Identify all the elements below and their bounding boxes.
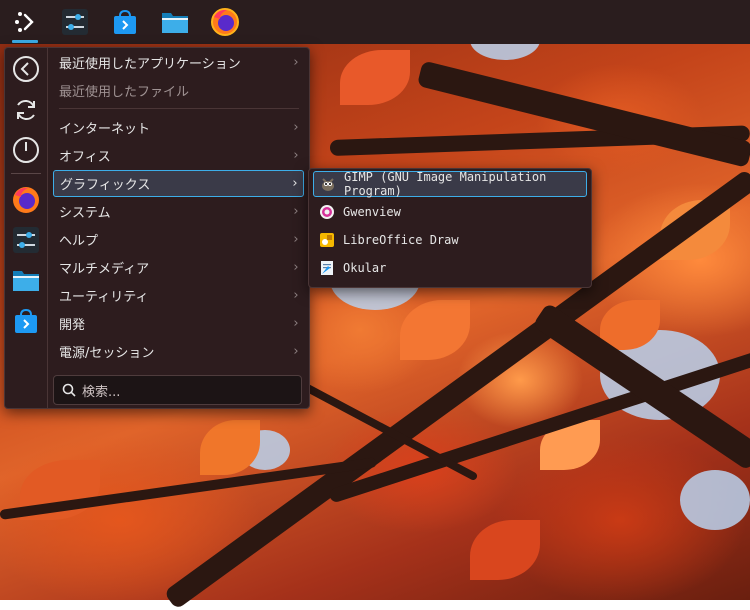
app-label: Gwenview bbox=[343, 205, 401, 219]
refresh-icon bbox=[17, 100, 35, 120]
store-bag-icon bbox=[15, 308, 37, 333]
chevron-right-icon: › bbox=[293, 148, 299, 163]
entry-label: 開発 bbox=[59, 318, 86, 333]
favorite-firefox[interactable] bbox=[10, 184, 42, 216]
graphics-submenu: GIMP (GNU Image Manipulation Program) Gw… bbox=[308, 168, 592, 288]
top-panel bbox=[0, 0, 750, 44]
favorites-separator bbox=[11, 173, 41, 174]
system-settings-button[interactable] bbox=[50, 0, 100, 44]
favorite-dolphin[interactable] bbox=[10, 264, 42, 296]
application-launcher-button[interactable] bbox=[0, 0, 50, 44]
tree-branch bbox=[416, 60, 750, 168]
settings-sliders-icon bbox=[13, 227, 39, 253]
dolphin-button[interactable] bbox=[150, 0, 200, 44]
sky-patch bbox=[680, 470, 750, 530]
category-power-session[interactable]: 電源/セッション › bbox=[53, 338, 304, 365]
search-field[interactable]: 検索... bbox=[53, 375, 302, 405]
entry-label: 電源/セッション bbox=[59, 346, 155, 361]
back-circle-icon bbox=[13, 56, 39, 82]
leaf bbox=[340, 50, 410, 105]
okular-icon bbox=[319, 260, 335, 276]
category-graphics[interactable]: グラフィックス › bbox=[53, 170, 304, 197]
app-okular[interactable]: Okular bbox=[313, 255, 587, 281]
app-libreoffice-draw[interactable]: LibreOffice Draw bbox=[313, 227, 587, 253]
app-gwenview[interactable]: Gwenview bbox=[313, 199, 587, 225]
category-utilities[interactable]: ユーティリティ › bbox=[53, 282, 304, 309]
search-icon bbox=[62, 383, 76, 397]
recent-files-item[interactable]: 最近使用したファイル bbox=[53, 77, 304, 104]
chevron-right-icon: › bbox=[293, 55, 299, 70]
entry-label: 最近使用したアプリケーション bbox=[59, 57, 241, 72]
libreoffice-draw-icon bbox=[319, 232, 335, 248]
folder-icon bbox=[162, 13, 188, 33]
settings-sliders-icon bbox=[62, 9, 88, 35]
chevron-right-icon: › bbox=[293, 204, 299, 219]
application-launcher-menu: 最近使用したアプリケーション › 最近使用したファイル インターネット › オフ… bbox=[4, 47, 310, 409]
category-system[interactable]: システム › bbox=[53, 198, 304, 225]
category-multimedia[interactable]: マルチメディア › bbox=[53, 254, 304, 281]
folder-icon bbox=[13, 271, 39, 291]
entry-label: グラフィックス bbox=[60, 178, 151, 193]
chevron-right-icon: › bbox=[293, 120, 299, 135]
entry-label: ヘルプ bbox=[59, 234, 99, 249]
favorite-system-settings[interactable] bbox=[10, 224, 42, 256]
restart-button[interactable] bbox=[10, 94, 42, 126]
favorites-sidebar bbox=[5, 48, 48, 408]
entry-label: オフィス bbox=[59, 150, 111, 165]
app-label: LibreOffice Draw bbox=[343, 233, 459, 247]
search-placeholder: 検索... bbox=[82, 384, 121, 400]
favorite-discover[interactable] bbox=[10, 305, 42, 337]
app-label: GIMP (GNU Image Manipulation Program) bbox=[344, 170, 547, 198]
category-help[interactable]: ヘルプ › bbox=[53, 226, 304, 253]
recent-applications-item[interactable]: 最近使用したアプリケーション › bbox=[53, 49, 304, 76]
chevron-right-icon: › bbox=[292, 176, 298, 191]
category-development[interactable]: 開発 › bbox=[53, 310, 304, 337]
menu-separator bbox=[59, 108, 299, 109]
category-office[interactable]: オフィス › bbox=[53, 142, 304, 169]
firefox-icon bbox=[13, 187, 39, 213]
discover-button[interactable] bbox=[100, 0, 150, 44]
kde-launcher-icon bbox=[15, 12, 34, 32]
gimp-icon bbox=[320, 176, 336, 192]
chevron-right-icon: › bbox=[293, 232, 299, 247]
leaf bbox=[400, 300, 470, 360]
leaf bbox=[470, 520, 540, 580]
back-button[interactable] bbox=[10, 53, 42, 85]
chevron-right-icon: › bbox=[293, 316, 299, 331]
firefox-button[interactable] bbox=[200, 0, 250, 44]
gwenview-icon bbox=[319, 204, 335, 220]
chevron-right-icon: › bbox=[293, 288, 299, 303]
app-gimp[interactable]: GIMP (GNU Image Manipulation Program) bbox=[313, 170, 587, 198]
entry-label: インターネット bbox=[59, 122, 151, 137]
entry-label: 最近使用したファイル bbox=[59, 85, 190, 100]
chevron-right-icon: › bbox=[293, 344, 299, 359]
app-label: Okular bbox=[343, 261, 387, 275]
shutdown-button[interactable] bbox=[10, 134, 42, 166]
category-internet[interactable]: インターネット › bbox=[53, 114, 304, 141]
power-icon bbox=[13, 137, 39, 163]
chevron-right-icon: › bbox=[293, 260, 299, 275]
store-bag-icon bbox=[114, 9, 136, 34]
entry-label: ユーティリティ bbox=[59, 290, 149, 305]
entry-label: システム bbox=[59, 206, 111, 221]
entry-label: マルチメディア bbox=[59, 262, 150, 277]
firefox-icon bbox=[211, 8, 239, 36]
